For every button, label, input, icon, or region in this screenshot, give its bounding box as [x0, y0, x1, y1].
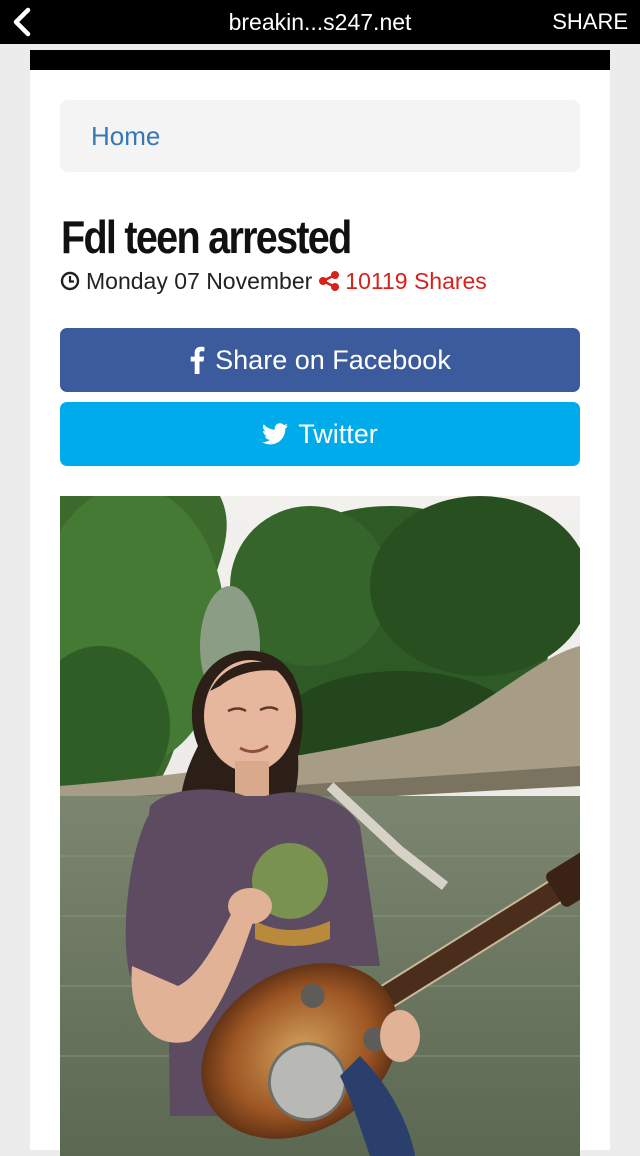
clock-icon: [60, 271, 80, 291]
breadcrumb-home-link[interactable]: Home: [91, 100, 160, 172]
twitter-button-label: Twitter: [298, 418, 378, 449]
article-photo: [60, 496, 580, 1156]
article-date: Monday 07 November: [86, 267, 313, 294]
twitter-icon: [262, 423, 289, 445]
share-button[interactable]: SHARE: [552, 0, 628, 44]
header-strip: [30, 50, 610, 70]
breadcrumb: Home: [60, 100, 580, 172]
article-page: Home Fdl teen arrested Monday 07 Novembe…: [30, 50, 610, 1156]
share-count-text: 10119 Shares: [345, 267, 487, 294]
share-icon: [318, 271, 340, 291]
share-twitter-button[interactable]: Twitter: [60, 402, 580, 466]
url-label: breakin...s247.net: [228, 9, 412, 35]
article-meta: Monday 07 November 10119 Shares: [60, 266, 487, 296]
facebook-icon: [189, 346, 205, 374]
share-count: 10119 Shares: [318, 268, 487, 295]
share-facebook-button[interactable]: Share on Facebook: [60, 328, 580, 392]
article-title: Fdl teen arrested: [61, 211, 352, 263]
facebook-button-label: Share on Facebook: [215, 344, 451, 375]
browser-top-bar: breakin...s247.net SHARE: [0, 0, 640, 44]
